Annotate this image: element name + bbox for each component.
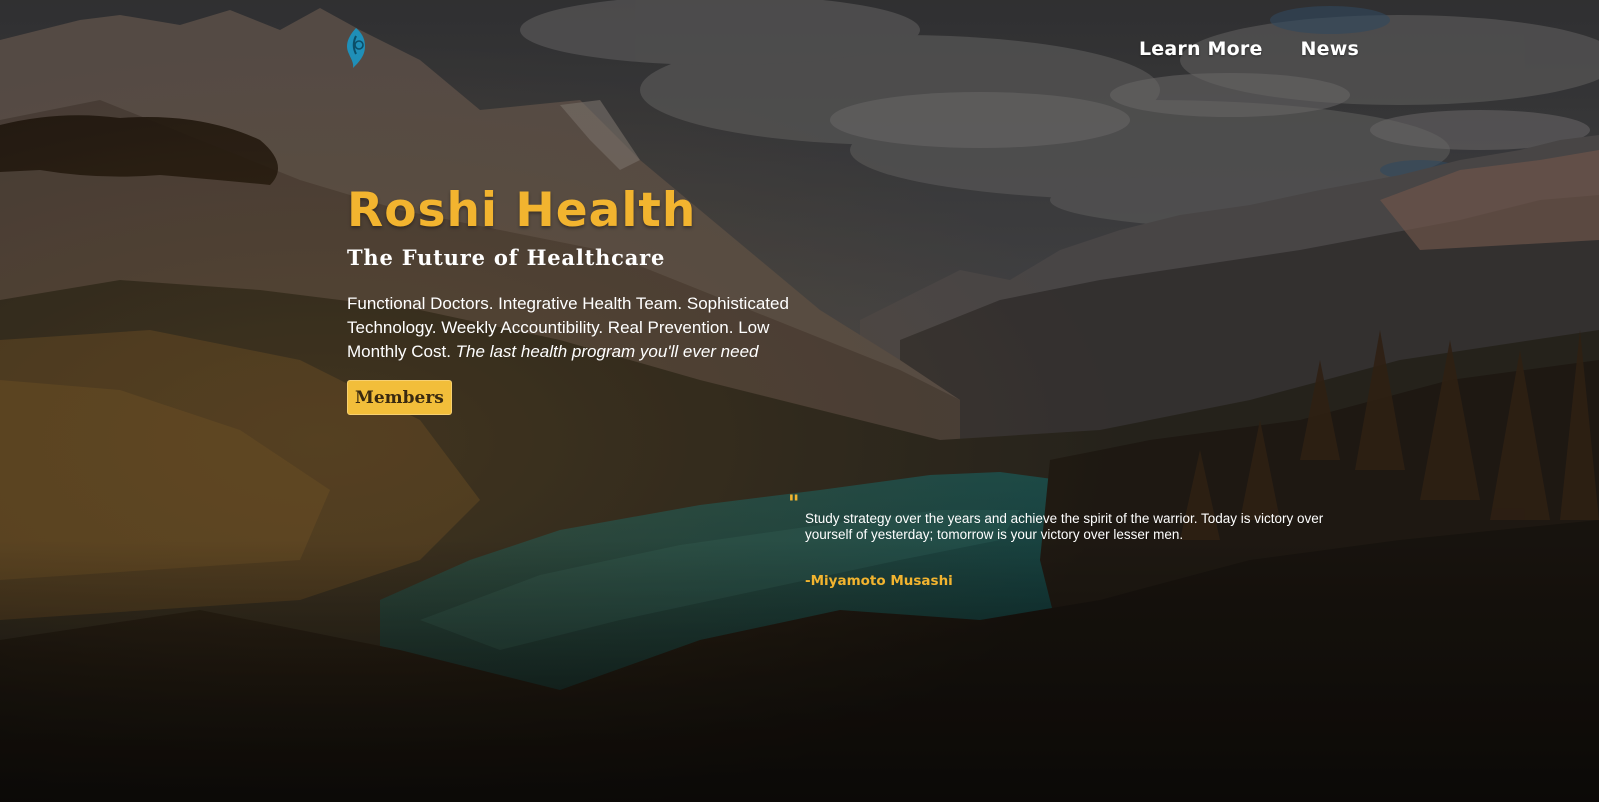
- hero-title: Roshi Health: [347, 183, 697, 238]
- nav-link-learn-more[interactable]: Learn More: [1139, 38, 1263, 60]
- hero-section: Roshi Health The Future of Healthcare Fu…: [347, 183, 847, 416]
- quote-text: Study strategy over the years and achiev…: [805, 511, 1324, 542]
- hero-description: Functional Doctors. Integrative Health T…: [347, 292, 827, 364]
- leaf-drop-icon[interactable]: [343, 26, 369, 70]
- nav-link-news[interactable]: News: [1301, 38, 1359, 60]
- hero-tagline: The last health program you'll ever need: [455, 342, 759, 362]
- members-button[interactable]: Members: [347, 380, 452, 416]
- main-nav: Learn More News: [1139, 38, 1359, 60]
- quote-block: " Study strategy over the years and achi…: [788, 492, 1348, 589]
- quote-mark-icon: ": [788, 492, 800, 517]
- quote-author: -Miyamoto Musashi: [805, 573, 953, 589]
- hero-subtitle: The Future of Healthcare: [347, 245, 666, 271]
